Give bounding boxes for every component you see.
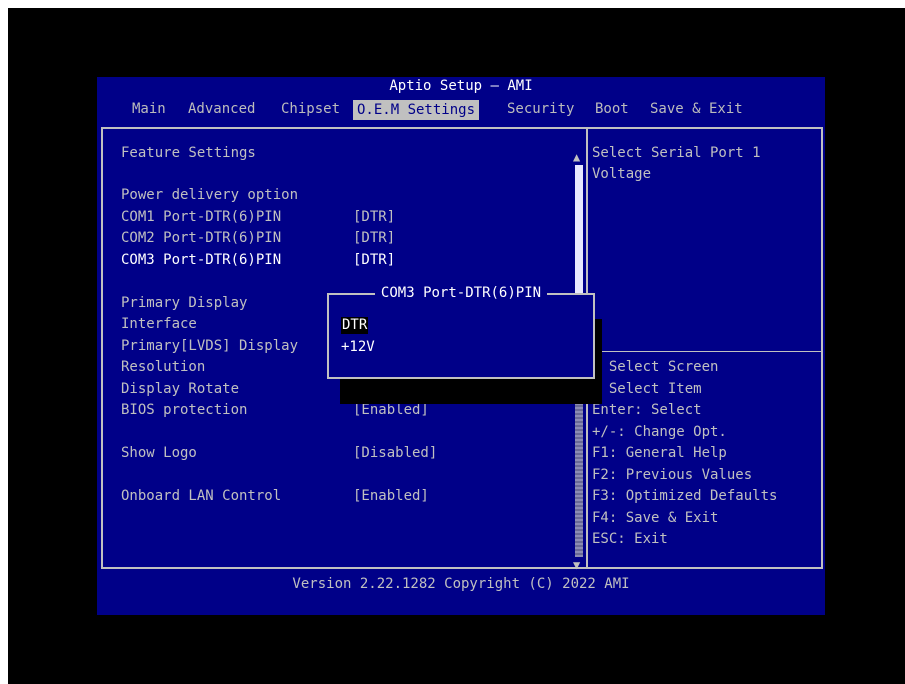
help-key-select-item: Select Item <box>592 381 702 397</box>
popup-title-text: COM3 Port-DTR(6)PIN <box>374 285 548 301</box>
help-key-f3: F3: Optimized Defaults <box>592 488 778 504</box>
primary-lvds-label[interactable]: Primary[LVDS] Display <box>121 338 298 355</box>
help-key-select-screen: Select Screen <box>592 359 719 375</box>
help-key-enter: Enter: Select <box>592 402 702 418</box>
tab-oem-settings[interactable]: O.E.M Settings <box>353 100 480 120</box>
bios-protection-label[interactable]: BIOS protection <box>121 402 247 419</box>
bios-protection-value[interactable]: [Enabled] <box>353 402 429 419</box>
interface-label[interactable]: Interface <box>121 316 197 333</box>
onboard-lan-value[interactable]: [Enabled] <box>353 488 429 505</box>
onboard-lan-label[interactable]: Onboard LAN Control <box>121 488 281 505</box>
footer-version: Version 2.22.1282 Copyright (C) 2022 AMI <box>292 576 630 592</box>
com1-label[interactable]: COM1 Port-DTR(6)PIN <box>121 209 281 226</box>
help-key-esc: ESC: Exit <box>592 531 668 547</box>
popup-option-dtr[interactable]: DTR <box>341 317 369 334</box>
com3-value[interactable]: [DTR] <box>353 252 395 269</box>
tab-main[interactable]: Main <box>132 101 166 118</box>
tab-boot[interactable]: Boot <box>595 101 629 118</box>
help-description-line1: Select Serial Port 1 <box>592 145 761 161</box>
popup-title: COM3 Port-DTR(6)PIN <box>329 285 593 302</box>
com2-label[interactable]: COM2 Port-DTR(6)PIN <box>121 230 281 247</box>
option-popup[interactable]: COM3 Port-DTR(6)PIN DTR +12V <box>327 285 595 379</box>
help-key-change-opt: +/-: Change Opt. <box>592 424 727 440</box>
help-description-line2: Voltage <box>592 166 652 182</box>
scroll-up-arrow-icon[interactable]: ▲ <box>573 149 580 166</box>
tab-chipset[interactable]: Chipset <box>281 101 340 118</box>
show-logo-value[interactable]: [Disabled] <box>353 445 437 462</box>
footer-bar: Version 2.22.1282 Copyright (C) 2022 AMI <box>97 571 825 615</box>
display-rotate-label[interactable]: Display Rotate <box>121 381 239 398</box>
help-key-f2: F2: Previous Values <box>592 467 753 483</box>
help-key-f4: F4: Save & Exit <box>592 510 719 526</box>
com1-value[interactable]: [DTR] <box>353 209 395 226</box>
tab-save-exit[interactable]: Save & Exit <box>650 101 743 118</box>
bios-screen: Aptio Setup – AMI Main Advanced Chipset … <box>97 77 825 615</box>
help-divider <box>588 351 821 352</box>
com3-label[interactable]: COM3 Port-DTR(6)PIN <box>121 252 281 269</box>
popup-option-12v[interactable]: +12V <box>341 339 375 356</box>
com2-value[interactable]: [DTR] <box>353 230 395 247</box>
tab-security[interactable]: Security <box>507 101 574 118</box>
help-key-f1: F1: General Help <box>592 445 727 461</box>
tab-advanced[interactable]: Advanced <box>188 101 255 118</box>
show-logo-label[interactable]: Show Logo <box>121 445 197 462</box>
app-title: Aptio Setup – AMI <box>389 78 533 94</box>
resolution-label[interactable]: Resolution <box>121 359 205 376</box>
primary-display-label[interactable]: Primary Display <box>121 295 247 312</box>
section-title: Feature Settings <box>121 145 256 161</box>
power-delivery-label: Power delivery option <box>121 187 299 203</box>
